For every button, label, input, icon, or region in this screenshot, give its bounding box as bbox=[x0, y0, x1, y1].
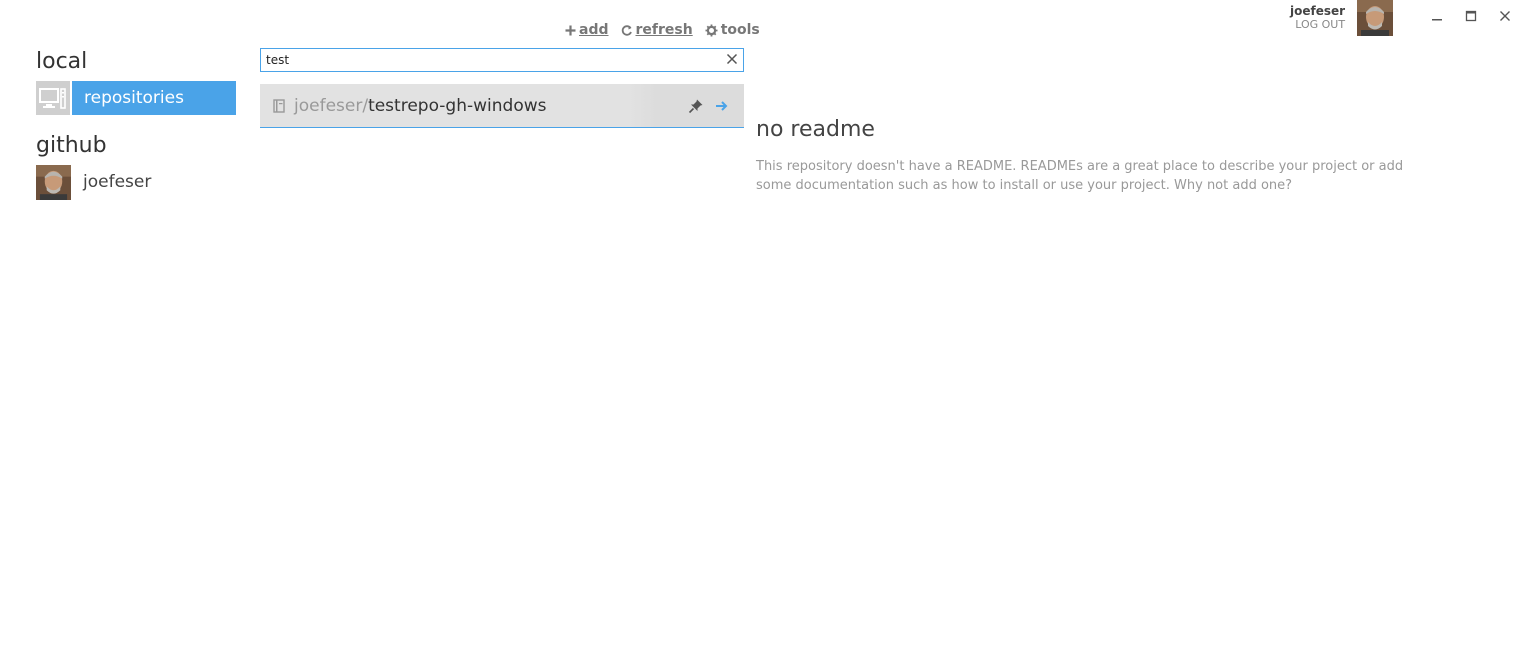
avatar bbox=[36, 164, 71, 200]
repo-list-item[interactable]: joefeser/testrepo-gh-windows bbox=[260, 84, 744, 128]
minimize-icon[interactable] bbox=[1427, 6, 1447, 26]
sidebar-item-label: joefeser bbox=[83, 172, 152, 192]
logout-link[interactable]: LOG OUT bbox=[1290, 18, 1345, 32]
gear-icon bbox=[705, 24, 718, 36]
avatar[interactable] bbox=[1357, 0, 1394, 36]
search-input[interactable] bbox=[261, 50, 716, 70]
refresh-button[interactable]: refresh bbox=[621, 22, 693, 38]
computer-icon bbox=[36, 81, 70, 115]
refresh-icon bbox=[621, 24, 632, 36]
tools-button[interactable]: tools bbox=[705, 22, 760, 38]
window-controls bbox=[1427, 6, 1515, 26]
toolbar: add refresh tools bbox=[565, 22, 760, 38]
plus-icon bbox=[565, 25, 576, 35]
sidebar-item-label: repositories bbox=[72, 81, 236, 115]
add-button[interactable]: add bbox=[565, 22, 609, 38]
tools-label: tools bbox=[720, 22, 760, 38]
arrow-right-icon[interactable] bbox=[714, 98, 730, 114]
repo-actions bbox=[628, 84, 744, 127]
clear-icon[interactable] bbox=[725, 52, 739, 66]
pin-icon[interactable] bbox=[688, 98, 704, 114]
maximize-icon[interactable] bbox=[1461, 6, 1481, 26]
readme-title: no readme bbox=[756, 117, 875, 142]
sidebar-item-joefeser[interactable]: joefeser bbox=[36, 164, 236, 200]
app-window: joefeser LOG OUT local repositories gith… bbox=[0, 0, 1523, 650]
repo-owner: joefeser/ bbox=[294, 95, 369, 116]
search-box bbox=[260, 48, 744, 72]
readme-body: This repository doesn't have a README. R… bbox=[756, 159, 1404, 193]
repo-book-icon bbox=[273, 98, 285, 113]
user-block: joefeser LOG OUT bbox=[1290, 0, 1394, 36]
refresh-label: refresh bbox=[635, 22, 693, 38]
nav-heading-github: github bbox=[36, 133, 107, 158]
repo-name: joefeser/testrepo-gh-windows bbox=[294, 96, 546, 116]
repo-title: testrepo-gh-windows bbox=[368, 95, 547, 116]
readme-panel: no readme This repository doesn't have a… bbox=[756, 115, 1456, 195]
sidebar: local repositories github joefeser bbox=[36, 47, 236, 200]
add-label: add bbox=[579, 22, 609, 38]
user-text: joefeser LOG OUT bbox=[1290, 0, 1345, 32]
nav-heading-local: local bbox=[36, 49, 88, 74]
close-icon[interactable] bbox=[1495, 6, 1515, 26]
user-name: joefeser bbox=[1290, 4, 1346, 18]
sidebar-item-repositories[interactable]: repositories bbox=[36, 81, 236, 115]
